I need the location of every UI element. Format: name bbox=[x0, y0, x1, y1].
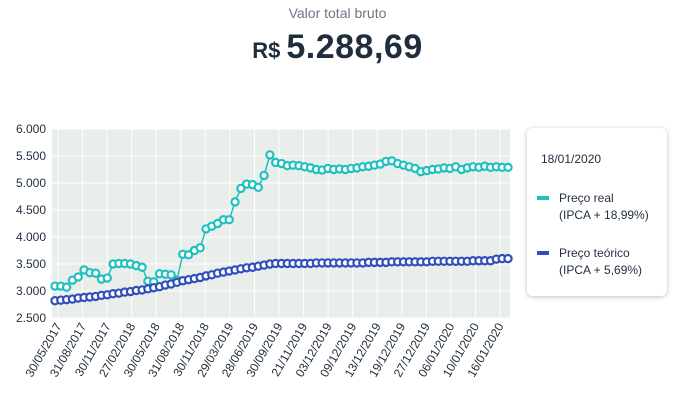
legend-card: 18/01/2020 Preço real (IPCA + 18,99%) Pr… bbox=[527, 128, 667, 296]
data-point bbox=[73, 272, 83, 282]
y-tick-label: 6.000 bbox=[16, 122, 46, 136]
y-tick-label: 4.000 bbox=[16, 230, 46, 244]
y-tick-label: 3.500 bbox=[16, 257, 46, 271]
data-point bbox=[102, 273, 112, 283]
data-point bbox=[503, 253, 513, 264]
data-point bbox=[230, 197, 240, 207]
legend-date: 18/01/2020 bbox=[541, 152, 602, 166]
data-point bbox=[61, 282, 72, 292]
data-point bbox=[137, 262, 147, 272]
y-tick-label: 2.500 bbox=[16, 311, 46, 325]
legend-sublabel-preco-teorico: (IPCA + 5,69%) bbox=[559, 263, 643, 277]
y-tick-label: 4.500 bbox=[16, 203, 46, 217]
data-point bbox=[224, 215, 234, 225]
data-point bbox=[195, 243, 205, 253]
y-tick-label: 5.000 bbox=[16, 176, 46, 190]
legend-sublabel-preco-real: (IPCA + 18,99%) bbox=[559, 208, 649, 222]
y-tick-label: 3.000 bbox=[16, 284, 46, 298]
legend-label-preco-teorico: Preço teórico bbox=[559, 246, 630, 260]
legend-swatch-preco-teorico bbox=[537, 251, 549, 255]
data-point bbox=[503, 162, 513, 173]
y-tick-label: 5.500 bbox=[16, 149, 46, 163]
data-point bbox=[90, 268, 101, 278]
legend-label-preco-real: Preço real bbox=[559, 191, 614, 205]
data-point bbox=[259, 170, 269, 181]
data-point bbox=[265, 150, 275, 160]
legend-swatch-preco-real bbox=[537, 196, 549, 200]
data-point bbox=[253, 182, 263, 193]
